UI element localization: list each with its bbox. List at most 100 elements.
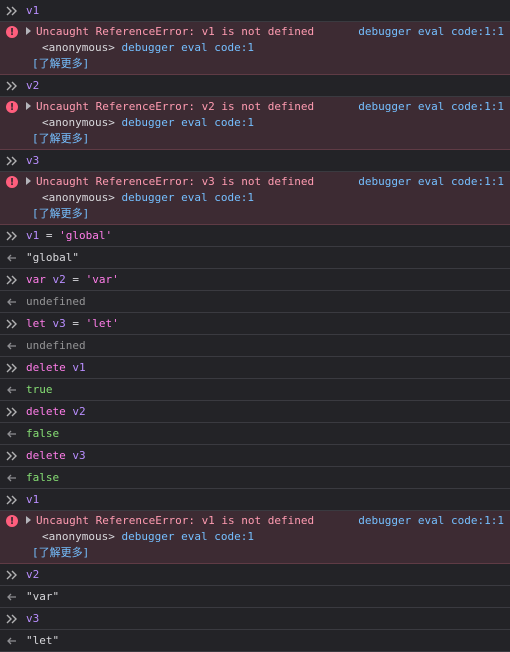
input-prompt xyxy=(5,357,19,378)
console-input-row: var v2 = 'var' xyxy=(0,269,510,291)
error-location-link[interactable]: debugger eval code:1:1 xyxy=(358,99,504,115)
code-token: 'let' xyxy=(85,317,119,330)
code-token: let xyxy=(26,317,46,330)
error-icon: ! xyxy=(5,174,19,190)
learn-more-line: [了解更多] xyxy=(26,56,504,72)
input-prompt xyxy=(5,150,19,171)
input-prompt xyxy=(5,269,19,290)
code-token: v2 xyxy=(26,79,40,92)
chevron-double-right-icon xyxy=(6,231,17,240)
stack-frame: <anonymous> debugger eval code:1 xyxy=(26,40,504,56)
error-icon: ! xyxy=(5,24,19,40)
input-code[interactable]: v2 xyxy=(26,564,504,585)
console-error-row: ! Uncaught ReferenceError: v1 is not defi… xyxy=(0,22,510,75)
stack-frame-function: <anonymous> xyxy=(42,116,115,129)
output-marker xyxy=(5,247,19,268)
input-code[interactable]: v1 xyxy=(26,0,504,21)
console-input-row: v1 = 'global' xyxy=(0,225,510,247)
input-code[interactable]: v2 xyxy=(26,75,504,96)
chevron-double-right-icon xyxy=(6,319,17,328)
error-message: Uncaught ReferenceError: v2 is not defin… xyxy=(36,100,315,113)
error-location-link[interactable]: debugger eval code:1:1 xyxy=(358,513,504,529)
error-icon: ! xyxy=(5,513,19,529)
console-input-row: delete v2 xyxy=(0,401,510,423)
console-input-row: let v3 = 'let' xyxy=(0,313,510,335)
arrow-left-icon xyxy=(7,386,16,393)
console-output-row: true xyxy=(0,379,510,401)
chevron-double-right-icon xyxy=(6,6,17,15)
stack-frame-function: <anonymous> xyxy=(42,191,115,204)
learn-more-link[interactable]: [了解更多] xyxy=(32,207,89,220)
input-code[interactable]: delete v3 xyxy=(26,445,504,466)
code-token: v3 xyxy=(26,154,40,167)
console-output-row: undefined xyxy=(0,335,510,357)
code-token: v1 xyxy=(26,229,40,242)
learn-more-link[interactable]: [了解更多] xyxy=(32,546,89,559)
input-prompt xyxy=(5,564,19,585)
input-code[interactable]: let v3 = 'let' xyxy=(26,313,504,334)
error-location-link[interactable]: debugger eval code:1:1 xyxy=(358,174,504,190)
output-value: false xyxy=(26,471,60,484)
error-message: Uncaught ReferenceError: v1 is not defin… xyxy=(36,514,315,527)
expand-triangle-icon[interactable] xyxy=(26,177,31,185)
arrow-left-icon xyxy=(7,254,16,261)
expand-triangle-icon[interactable] xyxy=(26,102,31,110)
chevron-double-right-icon xyxy=(6,570,17,579)
stack-frame-source-link[interactable]: debugger eval code:1 xyxy=(121,116,253,129)
code-token: delete xyxy=(26,361,66,374)
code-token: v2 xyxy=(72,405,86,418)
input-prompt xyxy=(5,401,19,422)
error-icon: ! xyxy=(5,99,19,115)
input-code[interactable]: var v2 = 'var' xyxy=(26,269,504,290)
input-code[interactable]: delete v1 xyxy=(26,357,504,378)
code-token: v1 xyxy=(26,4,40,17)
input-prompt xyxy=(5,75,19,96)
error-location-link[interactable]: debugger eval code:1:1 xyxy=(358,24,504,40)
input-code[interactable]: v1 = 'global' xyxy=(26,225,504,246)
expand-triangle-icon[interactable] xyxy=(26,516,31,524)
console-output-row: false xyxy=(0,423,510,445)
input-prompt xyxy=(5,445,19,466)
console-input-row: v1 xyxy=(0,489,510,511)
output-value: false xyxy=(26,427,60,440)
console-error-row: ! Uncaught ReferenceError: v2 is not defi… xyxy=(0,97,510,150)
stack-frame-source-link[interactable]: debugger eval code:1 xyxy=(121,530,253,543)
stack-frame: <anonymous> debugger eval code:1 xyxy=(26,115,504,131)
chevron-double-right-icon xyxy=(6,495,17,504)
console-input-row: v3 xyxy=(0,608,510,630)
console-input-row: v3 xyxy=(0,150,510,172)
chevron-double-right-icon xyxy=(6,407,17,416)
console-output: v1! Uncaught ReferenceError: v1 is not de… xyxy=(0,0,510,652)
expand-triangle-icon[interactable] xyxy=(26,27,31,35)
output-value: "let" xyxy=(26,634,60,647)
learn-more-line: [了解更多] xyxy=(26,131,504,147)
code-token: v3 xyxy=(72,449,86,462)
code-token: delete xyxy=(26,405,66,418)
chevron-double-right-icon xyxy=(6,156,17,165)
stack-frame-function: <anonymous> xyxy=(42,530,115,543)
console-input-row: delete v1 xyxy=(0,357,510,379)
input-prompt xyxy=(5,0,19,21)
console-output-row: "var" xyxy=(0,586,510,608)
input-code[interactable]: v3 xyxy=(26,608,504,629)
console-error-row: ! Uncaught ReferenceError: v1 is not defi… xyxy=(0,511,510,564)
stack-frame: <anonymous> debugger eval code:1 xyxy=(26,190,504,206)
input-code[interactable]: v1 xyxy=(26,489,504,510)
console-input-row: delete v3 xyxy=(0,445,510,467)
input-prompt xyxy=(5,489,19,510)
input-prompt xyxy=(5,225,19,246)
output-marker xyxy=(5,586,19,607)
learn-more-line: [了解更多] xyxy=(26,545,504,561)
console-output-row: "let" xyxy=(0,630,510,652)
input-code[interactable]: v3 xyxy=(26,150,504,171)
code-token: v2 xyxy=(52,273,66,286)
console-input-row: v2 xyxy=(0,75,510,97)
arrow-left-icon xyxy=(7,474,16,481)
input-code[interactable]: delete v2 xyxy=(26,401,504,422)
console-input-row: v2 xyxy=(0,564,510,586)
learn-more-link[interactable]: [了解更多] xyxy=(32,132,89,145)
stack-frame-source-link[interactable]: debugger eval code:1 xyxy=(121,191,253,204)
stack-frame-source-link[interactable]: debugger eval code:1 xyxy=(121,41,253,54)
stack-frame: <anonymous> debugger eval code:1 xyxy=(26,529,504,545)
learn-more-link[interactable]: [了解更多] xyxy=(32,57,89,70)
